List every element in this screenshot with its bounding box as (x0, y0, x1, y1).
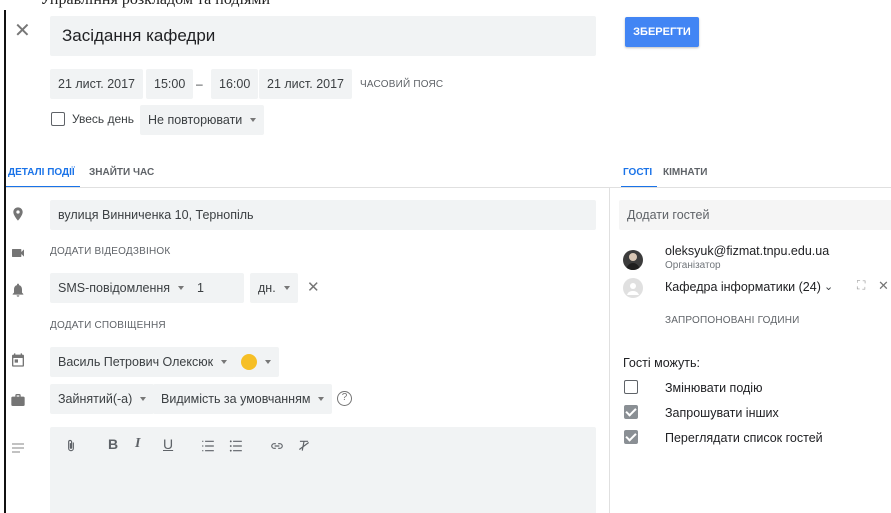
cropped-caption: Управління розкладом та подіями (0, 0, 891, 10)
notification-type-dropdown[interactable]: SMS-повідомлення (50, 273, 193, 303)
repeat-value: Не повторювати (148, 113, 243, 127)
add-video-call-button[interactable]: ДОДАТИ ВІДЕОДЗВІНОК (50, 246, 170, 257)
group-name[interactable]: Кафедра інформатики (24) (665, 280, 821, 294)
time-range-dash: – (196, 77, 203, 91)
event-title-input[interactable]: Засідання кафедри (50, 16, 596, 56)
tab-event-details[interactable]: ДЕТАЛІ ПОДІЇ (8, 167, 75, 178)
tab-guests[interactable]: ГОСТІ (623, 167, 652, 178)
briefcase-icon (11, 394, 25, 406)
permission-label-see-guests: Переглядати список гостей (665, 431, 823, 445)
tab-rooms[interactable]: КІМНАТИ (663, 167, 707, 178)
event-editor: ✕ Засідання кафедри ЗБЕРЕГТИ 21 лист. 20… (4, 10, 891, 513)
bell-icon (12, 283, 24, 297)
location-pin-icon (13, 207, 23, 221)
close-icon[interactable]: ✕ (14, 18, 31, 43)
notification-type-value: SMS-повідомлення (58, 281, 171, 295)
chevron-down-icon (140, 397, 147, 401)
location-text: вулиця Винниченка 10, Тернопіль (58, 208, 254, 222)
person-photo-icon (626, 253, 640, 270)
notification-amount-input[interactable]: 1 (189, 273, 244, 303)
organizer-avatar (623, 250, 643, 270)
start-time-field[interactable]: 15:00 (146, 69, 194, 99)
notification-unit-value: дн. (258, 281, 276, 295)
color-swatch-icon (241, 354, 257, 370)
chevron-down-icon (318, 397, 325, 401)
end-time-field[interactable]: 16:00 (211, 69, 259, 99)
notification-unit-dropdown[interactable]: дн. (250, 273, 298, 303)
event-title-text: Засідання кафедри (62, 26, 216, 45)
permission-label-invite: Запрошувати інших (665, 406, 779, 420)
video-camera-icon (12, 249, 24, 257)
all-day-checkbox[interactable] (51, 112, 65, 126)
chevron-down-icon (283, 286, 290, 290)
tabs-divider (6, 187, 609, 188)
expand-group-chevron-icon[interactable]: ⌄ (824, 280, 833, 293)
add-guests-input[interactable]: Додати гостей (619, 200, 891, 230)
chevron-down-icon (250, 118, 257, 122)
underline-button[interactable]: U (163, 436, 173, 452)
bulleted-list-icon[interactable] (228, 439, 244, 453)
calendar-owner-value: Василь Петрович Олексюк (58, 355, 214, 369)
description-lines-icon (12, 443, 24, 453)
caption-text: Управління розкладом та подіями (40, 0, 270, 9)
expand-icon[interactable]: ⛶ (857, 278, 865, 293)
guest-permissions-title: Гості можуть: (623, 356, 700, 370)
numbered-list-icon[interactable] (200, 439, 216, 453)
chevron-down-icon (265, 360, 271, 364)
notification-amount-value: 1 (197, 281, 204, 295)
end-date-field[interactable]: 21 лист. 2017 (259, 69, 352, 99)
chevron-down-icon (178, 286, 185, 290)
busy-status-dropdown[interactable]: Зайнятий(-а) (50, 384, 155, 414)
organizer-role: Організатор (665, 260, 721, 271)
permission-label-modify: Змінювати подію (665, 381, 763, 395)
start-date-field[interactable]: 21 лист. 2017 (50, 69, 143, 99)
calendar-icon (12, 353, 24, 367)
tab-find-time[interactable]: ЗНАЙТИ ЧАС (89, 167, 154, 178)
description-editor[interactable]: B I U (50, 427, 596, 513)
bold-button[interactable]: B (108, 436, 118, 452)
busy-status-value: Зайнятий(-а) (58, 392, 133, 406)
group-avatar (623, 278, 643, 298)
group-person-icon (627, 283, 639, 295)
location-input[interactable]: вулиця Винниченка 10, Тернопіль (50, 200, 596, 230)
calendar-owner-dropdown[interactable]: Василь Петрович Олексюк (50, 347, 236, 377)
repeat-dropdown[interactable]: Не повторювати (140, 105, 265, 135)
clear-formatting-icon[interactable] (296, 439, 312, 453)
italic-button[interactable]: I (135, 436, 140, 452)
attachment-icon[interactable] (64, 438, 78, 454)
column-divider (609, 187, 610, 513)
timezone-button[interactable]: ЧАСОВИЙ ПОЯС (360, 79, 443, 90)
permission-checkbox-invite[interactable] (624, 405, 638, 419)
link-icon[interactable] (268, 439, 286, 453)
guests-tabs-divider (609, 187, 891, 188)
permission-checkbox-see-guests[interactable] (624, 430, 638, 444)
help-icon[interactable]: ? (337, 391, 352, 406)
save-button[interactable]: ЗБЕРЕГТИ (625, 17, 699, 47)
visibility-value: Видимість за умовчанням (161, 392, 311, 406)
suggested-times-button[interactable]: ЗАПРОПОНОВАНІ ГОДИНИ (665, 315, 800, 326)
event-color-dropdown[interactable] (233, 347, 279, 377)
remove-guest-icon[interactable]: ✕ (878, 278, 889, 294)
all-day-label: Увесь день (72, 112, 135, 126)
visibility-dropdown[interactable]: Видимість за умовчанням (153, 384, 333, 414)
add-notification-button[interactable]: ДОДАТИ СПОВІЩЕННЯ (50, 320, 166, 331)
permission-checkbox-modify[interactable] (624, 380, 638, 394)
chevron-down-icon (221, 360, 228, 364)
add-guests-placeholder: Додати гостей (627, 208, 710, 222)
remove-notification-icon[interactable]: ✕ (307, 278, 320, 296)
organizer-email: oleksyuk@fizmat.tnpu.edu.ua (665, 244, 830, 258)
